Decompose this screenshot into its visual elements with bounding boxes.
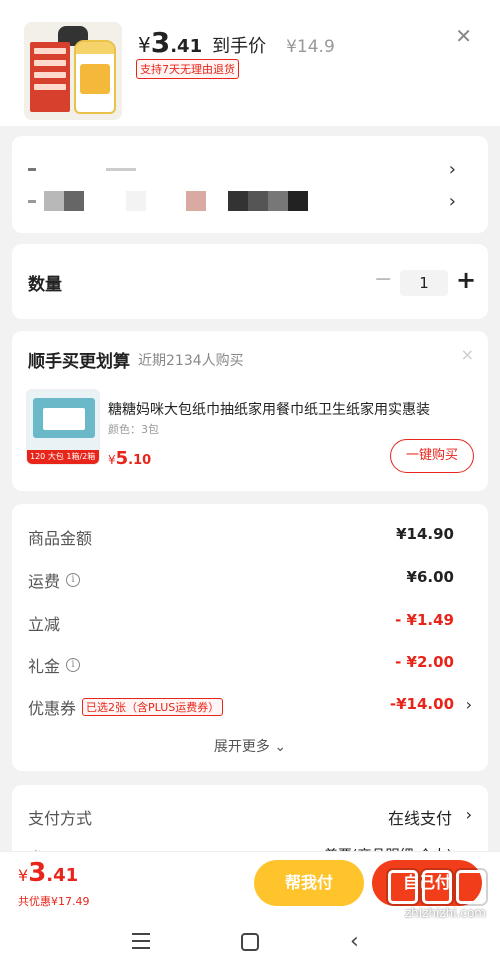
- menu-icon[interactable]: [132, 933, 150, 954]
- total-discount: 共优惠¥17.49: [18, 895, 90, 908]
- total-price: ¥3.41: [18, 858, 78, 888]
- price-integer: 3: [150, 26, 171, 59]
- summary-row-shipping: 运费 i ¥6.00: [28, 568, 472, 592]
- back-icon[interactable]: ‹: [350, 929, 359, 954]
- quantity-stepper[interactable]: 1: [400, 270, 448, 296]
- bundle-item-color: 颜色：3包: [108, 423, 159, 436]
- bundle-image-strip: 120 大包 1箱/2箱: [27, 450, 99, 464]
- help-me-pay-button[interactable]: 帮我付: [254, 860, 364, 906]
- thumb-red-panel: [30, 42, 70, 112]
- summary-label: 优惠券: [28, 699, 77, 718]
- chevron-right-icon: ›: [465, 695, 472, 714]
- price-summary-card: 商品金额 ¥14.90 运费 i ¥6.00 立减 - ¥1.49 礼金 i -…: [12, 504, 488, 771]
- summary-row-coupon[interactable]: 优惠券 已选2张（含PLUS运费券） -¥14.00 ›: [28, 695, 472, 719]
- total-price-decimal: .41: [46, 865, 79, 886]
- thumb-jar-shape: [74, 40, 116, 114]
- summary-value: - ¥2.00: [395, 653, 454, 671]
- product-price: ¥3.41 到手价 ¥14.9: [138, 26, 335, 59]
- product-thumbnail[interactable]: [24, 22, 122, 120]
- bundle-item-name[interactable]: 糖糖妈咪大包纸巾抽纸家用餐巾纸卫生纸家用实惠装: [108, 399, 474, 419]
- home-icon[interactable]: [241, 933, 259, 951]
- bundle-suggestion-card: 顺手买更划算 近期2134人购买 × 120 大包 1箱/2箱 糖糖妈咪大包纸巾…: [12, 331, 488, 491]
- quantity-plus-button[interactable]: +: [456, 266, 476, 294]
- bundle-price-symbol: ¥: [108, 453, 116, 467]
- coupon-badge: 已选2张（含PLUS运费券）: [82, 698, 224, 716]
- watermark-url: zhizhizhi.com: [404, 906, 486, 920]
- bundle-product-image[interactable]: 120 大包 1箱/2箱: [26, 389, 100, 465]
- bundle-title: 顺手买更划算: [28, 352, 130, 372]
- info-icon[interactable]: i: [66, 573, 81, 587]
- price-decimal: .41: [170, 36, 203, 57]
- summary-value: ¥14.90: [396, 525, 454, 543]
- price-symbol: ¥: [138, 33, 151, 57]
- expand-more-button[interactable]: 展开更多 ⌄: [12, 736, 488, 756]
- quantity-card: 数量 − 1 +: [12, 244, 488, 319]
- summary-value: ¥6.00: [406, 568, 454, 586]
- total-price-integer: 3: [28, 858, 47, 888]
- product-header: ¥3.41 到手价 ¥14.9 支持7天无理由退货 ✕: [0, 0, 500, 126]
- original-price: ¥14.9: [286, 37, 335, 57]
- summary-label: 运费: [28, 572, 61, 591]
- bundle-item-price: ¥5.10: [108, 448, 151, 469]
- price-label: 到手价: [212, 36, 267, 57]
- site-watermark: zhizhizhi.com: [388, 870, 486, 920]
- spec-row-2[interactable]: ›: [28, 186, 472, 216]
- return-policy-badge: 支持7天无理由退货: [136, 59, 239, 79]
- watermark-logo: [388, 870, 486, 904]
- spec-selector-card[interactable]: › ›: [12, 136, 488, 233]
- quantity-minus-button[interactable]: −: [374, 267, 392, 292]
- summary-row-goods: 商品金额 ¥14.90: [28, 525, 472, 549]
- chevron-right-icon: ›: [465, 805, 472, 824]
- payment-method-value[interactable]: 在线支付: [388, 805, 452, 829]
- system-nav-bar: ‹: [0, 920, 500, 970]
- chevron-right-icon: ›: [448, 190, 456, 212]
- one-click-buy-button[interactable]: 一键购买: [390, 439, 474, 473]
- quantity-label: 数量: [28, 275, 62, 295]
- bundle-subtitle: 近期2134人购买: [138, 353, 244, 369]
- summary-label: 礼金: [28, 657, 61, 676]
- spec-row-1[interactable]: ›: [28, 154, 472, 184]
- chevron-right-icon: ›: [448, 158, 456, 180]
- summary-value: -¥14.00: [389, 695, 454, 713]
- total-price-symbol: ¥: [18, 866, 29, 885]
- close-icon[interactable]: ✕: [455, 24, 472, 48]
- bundle-price-integer: 5: [115, 448, 129, 469]
- summary-row-discount: 立减 - ¥1.49: [28, 611, 472, 635]
- summary-row-gift: 礼金 i - ¥2.00: [28, 653, 472, 677]
- summary-value: - ¥1.49: [395, 611, 454, 629]
- info-icon[interactable]: i: [66, 658, 81, 672]
- payment-method-label: 支付方式: [28, 809, 93, 828]
- bundle-close-icon[interactable]: ×: [461, 345, 474, 364]
- summary-label: 立减: [28, 615, 61, 634]
- bundle-price-decimal: .10: [128, 453, 152, 468]
- summary-label: 商品金额: [28, 529, 93, 548]
